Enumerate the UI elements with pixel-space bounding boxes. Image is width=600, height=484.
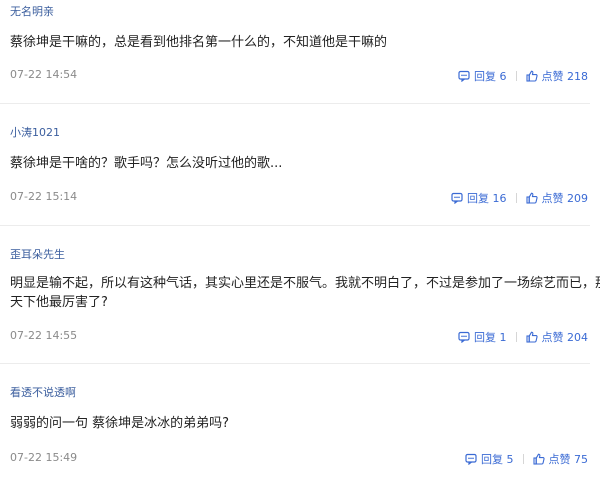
- like-label: 点赞 204: [541, 331, 589, 344]
- comment-time: 07-22 15:49: [10, 451, 78, 464]
- comment-time: 07-22 14:54: [10, 68, 78, 81]
- comment-time: 07-22 15:14: [10, 190, 78, 203]
- comment-bubble-icon: [451, 192, 463, 204]
- comment-bubble-icon: [458, 70, 470, 82]
- like-label: 点赞 75: [548, 453, 589, 466]
- thumbs-up-icon: [532, 453, 545, 465]
- reply-button[interactable]: 回复 6: [458, 68, 507, 84]
- comment-actions: 回复 6 点赞 218: [458, 68, 588, 84]
- comment-bubble-icon: [458, 331, 470, 343]
- comment-username[interactable]: 看透不说透啊: [10, 384, 76, 400]
- comment-item: 看透不说透啊 弱弱的问一句 蔡徐坤是冰冰的弟弟吗? 07-22 15:49 回复…: [0, 364, 600, 484]
- comment-text: 蔡徐坤是干嘛的，总是看到他排名第一什么的，不知道他是干嘛的: [10, 35, 388, 50]
- comment-actions: 回复 1 点赞 204: [458, 329, 588, 345]
- reply-label: 回复 16: [467, 192, 507, 205]
- thumbs-up-icon: [525, 70, 538, 82]
- comment-username[interactable]: 歪耳朵先生: [10, 246, 65, 262]
- action-divider: [515, 193, 517, 203]
- comment-bubble-icon: [465, 453, 477, 465]
- comment-item: 无名明亲 蔡徐坤是干嘛的，总是看到他排名第一什么的，不知道他是干嘛的 07-22…: [0, 0, 600, 103]
- comment-username[interactable]: 小涛1021: [10, 124, 60, 140]
- like-label: 点赞 218: [541, 70, 589, 83]
- like-button[interactable]: 点赞 209: [525, 190, 589, 206]
- reply-button[interactable]: 回复 5: [465, 451, 514, 467]
- like-button[interactable]: 点赞 75: [532, 451, 589, 467]
- like-button[interactable]: 点赞 218: [525, 68, 589, 84]
- thumbs-up-icon: [525, 331, 538, 343]
- comment-text: 蔡徐坤是干啥的？歌手吗？怎么没听过他的歌...: [10, 156, 283, 171]
- comment-text: 弱弱的问一句 蔡徐坤是冰冰的弟弟吗?: [10, 416, 230, 431]
- reply-label: 回复 5: [481, 453, 514, 466]
- comment-username[interactable]: 无名明亲: [10, 3, 54, 19]
- reply-label: 回复 6: [474, 70, 507, 83]
- comment-item: 歪耳朵先生 明显是输不起，所以有这种气话，其实心里还是不服气。我就不明白了，不过…: [0, 226, 600, 363]
- action-divider: [515, 332, 517, 342]
- reply-button[interactable]: 回复 1: [458, 329, 507, 345]
- comment-text: 明显是输不起，所以有这种气话，其实心里还是不服气。我就不明白了，不过是参加了一场…: [10, 276, 600, 310]
- like-button[interactable]: 点赞 204: [525, 329, 589, 345]
- like-label: 点赞 209: [541, 192, 589, 205]
- comment-list: 无名明亲 蔡徐坤是干嘛的，总是看到他排名第一什么的，不知道他是干嘛的 07-22…: [0, 0, 600, 484]
- comment-item: 小涛1021 蔡徐坤是干啥的？歌手吗？怎么没听过他的歌... 07-22 15:…: [0, 104, 600, 225]
- reply-button[interactable]: 回复 16: [451, 190, 507, 206]
- reply-label: 回复 1: [474, 331, 507, 344]
- thumbs-up-icon: [525, 192, 538, 204]
- action-divider: [522, 454, 524, 464]
- comment-time: 07-22 14:55: [10, 329, 78, 342]
- comment-actions: 回复 5 点赞 75: [465, 451, 588, 467]
- action-divider: [515, 71, 517, 81]
- comment-actions: 回复 16 点赞 209: [451, 190, 588, 206]
